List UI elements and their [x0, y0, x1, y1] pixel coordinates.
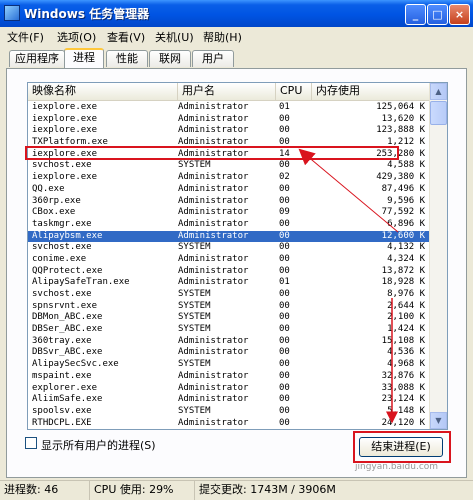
arrow-to-process-row-icon	[299, 149, 399, 233]
task-manager-window: Windows 任务管理器 _ □ × 文件(F) 选项(O) 查看(V) 关机…	[0, 0, 473, 500]
annotation-arrows	[298, 148, 399, 424]
tab-processes[interactable]: 进程	[64, 48, 104, 68]
arrow-head-process-row-icon	[298, 148, 316, 166]
